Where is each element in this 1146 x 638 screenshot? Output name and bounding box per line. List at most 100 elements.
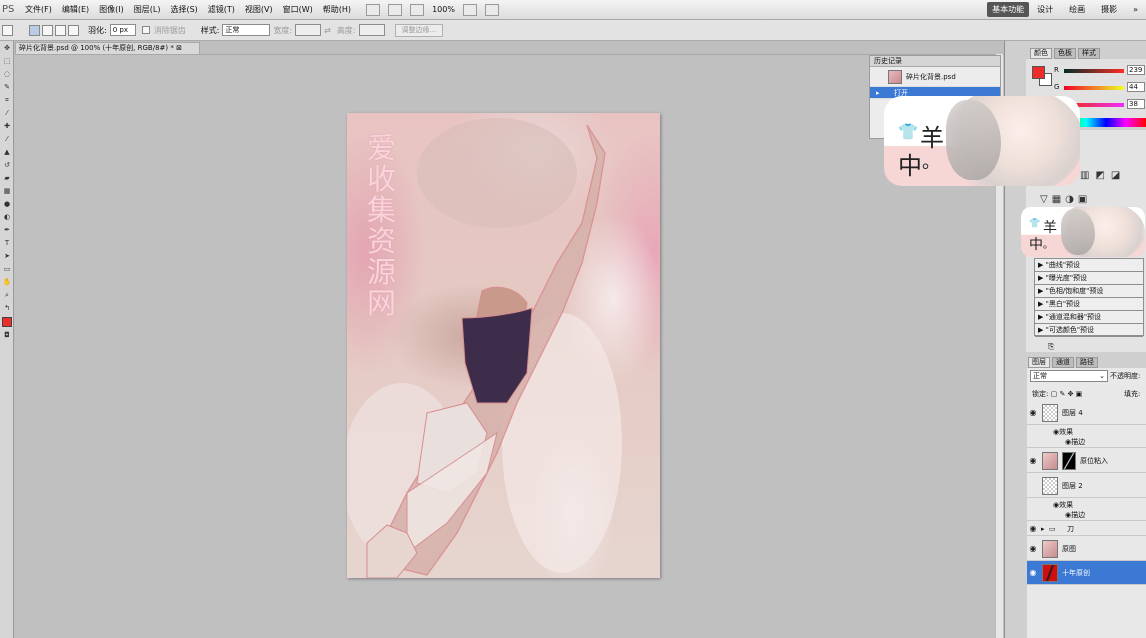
tab-paths[interactable]: 路径 [1076,357,1098,368]
adjustment-icons-row-1[interactable]: ▥◩◪ [1080,170,1126,181]
history-snapshot[interactable]: 碎片化背景.psd [870,67,1000,87]
visibility-eye-icon[interactable]: ◉ [1027,544,1039,553]
visibility-eye-icon[interactable]: ◉ [1027,408,1039,417]
type-tool-icon[interactable]: T [2,239,12,248]
healing-brush-tool-icon[interactable]: ✚ [2,122,12,131]
document-tab[interactable]: 碎片化背景.psd @ 100% (十年原创, RGB/8#) * ⊠ [15,42,200,54]
green-slider[interactable] [1064,86,1124,90]
preset-black-white[interactable]: ▶ "黑白"预设 [1035,298,1143,311]
workspace-essentials[interactable]: 基本功能 [987,2,1030,17]
quick-mask-icon[interactable]: ◘ [2,331,12,340]
expand-arrow-icon[interactable]: ▸ [1039,525,1049,533]
view-extras-icon[interactable] [410,3,425,16]
marquee-preset-icon[interactable] [2,24,13,36]
visibility-eye-icon[interactable]: ◉ [1027,568,1039,577]
arrange-documents-icon[interactable] [462,3,477,16]
refine-edge-button[interactable]: 调整边缘... [394,23,444,37]
foreground-color-swatch[interactable] [2,317,12,327]
preset-exposure[interactable]: ▶ "曝光度"预设 [1035,272,1143,285]
document-canvas[interactable]: 爱收集资源网 [347,113,660,578]
eraser-tool-icon[interactable]: ▰ [2,174,12,183]
visibility-eye-icon[interactable]: ◉ [1027,456,1039,465]
menu-file[interactable]: 文件(F) [20,4,57,15]
tab-swatches[interactable]: 色板 [1054,48,1076,59]
add-to-selection-icon[interactable] [42,24,53,36]
close-document-icon[interactable]: ⊠ [176,44,182,52]
blend-mode-select[interactable]: 正常 ⌄ [1030,370,1108,382]
layer-row-signature[interactable]: ◉ 十年原创 [1027,561,1146,585]
red-value-input[interactable]: 239 [1127,65,1145,75]
width-input[interactable] [295,24,322,36]
menu-help[interactable]: 帮助(H) [318,4,356,15]
workspace-design[interactable]: 设计 [1029,4,1061,15]
feather-input[interactable]: 0 px [109,24,136,36]
layer-row-layer4[interactable]: ◉ 图层 4 [1027,401,1146,425]
menu-view[interactable]: 视图(V) [240,4,278,15]
lock-all-icon[interactable]: ▣ [1076,390,1083,398]
preset-selective-color[interactable]: ▶ "可选颜色"预设 [1035,324,1143,337]
swap-colors-icon[interactable]: ↰ [2,304,12,313]
new-selection-icon[interactable] [29,24,40,36]
tab-color[interactable]: 颜色 [1030,48,1052,59]
tab-styles[interactable]: 样式 [1078,48,1100,59]
shape-tool-icon[interactable]: ▭ [2,265,12,274]
visibility-eye-icon[interactable]: ◉ [1027,524,1039,533]
menu-layer[interactable]: 图层(L) [129,4,166,15]
lock-pixels-icon[interactable]: ✎ [1059,390,1065,398]
red-slider[interactable] [1064,69,1124,73]
layer-row-original[interactable]: ◉ 原图 [1027,537,1146,561]
height-input[interactable] [358,24,385,36]
layer-effects-row[interactable]: ◉ 效果 [1027,499,1146,510]
history-brush-source-icon[interactable]: ▸ [870,89,894,97]
lock-position-icon[interactable]: ✥ [1068,390,1074,398]
layer-row-paste-in-place[interactable]: ◉ 原位粘入 [1027,449,1146,473]
dodge-tool-icon[interactable]: ◐ [2,213,12,222]
history-brush-tool-icon[interactable]: ↺ [2,161,12,170]
lock-transparency-icon[interactable]: ▢ [1051,390,1058,398]
workspace-more-button[interactable]: » [1125,5,1146,14]
hand-tool-icon[interactable]: ✋ [2,278,12,287]
layer-group-knife[interactable]: ◉ ▸ ▭ 刀 [1027,522,1146,536]
blur-tool-icon[interactable]: ● [2,200,12,209]
adjustment-icons-row-2[interactable]: ▽▦◑▣ [1040,194,1091,205]
launch-bridge-icon[interactable] [366,3,381,16]
lasso-tool-icon[interactable]: ◌ [2,70,12,79]
menu-filter[interactable]: 滤镜(T) [203,4,240,15]
subtract-selection-icon[interactable] [55,24,66,36]
tab-layers[interactable]: 图层 [1028,357,1050,368]
green-value-input[interactable]: 44 [1127,82,1145,92]
zoom-level[interactable]: 100% [432,5,455,14]
brush-tool-icon[interactable]: ⁄ [2,135,12,144]
layer-row-layer2[interactable]: ◉ 图层 2 [1027,474,1146,498]
layer-effects-row[interactable]: ◉ 效果 [1027,426,1146,437]
visibility-toggle-hidden[interactable]: ◉ [1027,481,1039,490]
launch-minibridge-icon[interactable] [388,3,403,16]
marquee-tool-icon[interactable]: ⬚ [2,57,12,66]
blue-value-input[interactable]: 38 [1127,99,1145,109]
eyedropper-tool-icon[interactable]: ⁄ [2,109,12,118]
workspace-painting[interactable]: 绘画 [1061,4,1093,15]
move-tool-icon[interactable]: ✥ [2,44,12,53]
menu-window[interactable]: 窗口(W) [278,4,318,15]
swap-icon[interactable]: ⇄ [324,26,331,35]
foreground-color-swatch-large[interactable] [1032,66,1045,79]
tab-channels[interactable]: 通道 [1052,357,1074,368]
preset-hue-saturation[interactable]: ▶ "色相/饱和度"预设 [1035,285,1143,298]
quick-select-tool-icon[interactable]: ✎ [2,83,12,92]
menu-image[interactable]: 图像(I) [94,4,129,15]
workspace-photography[interactable]: 摄影 [1093,4,1125,15]
intersect-selection-icon[interactable] [68,24,79,36]
crop-tool-icon[interactable]: ⌗ [2,96,12,105]
preset-channel-mixer[interactable]: ▶ "通道混和器"预设 [1035,311,1143,324]
screen-mode-icon[interactable] [484,3,499,16]
preset-curves[interactable]: ▶ "曲线"预设 [1035,259,1143,272]
style-select[interactable]: 正常 [222,24,271,36]
layer-effect-stroke-row[interactable]: ◉ 描边 [1027,437,1146,448]
antialias-checkbox[interactable] [141,26,150,34]
gradient-tool-icon[interactable]: ▦ [2,187,12,196]
clone-stamp-tool-icon[interactable]: ▲ [2,148,12,157]
pen-tool-icon[interactable]: ✒ [2,226,12,235]
menu-select[interactable]: 选择(S) [165,4,202,15]
menu-edit[interactable]: 编辑(E) [57,4,94,15]
path-select-tool-icon[interactable]: ➤ [2,252,12,261]
